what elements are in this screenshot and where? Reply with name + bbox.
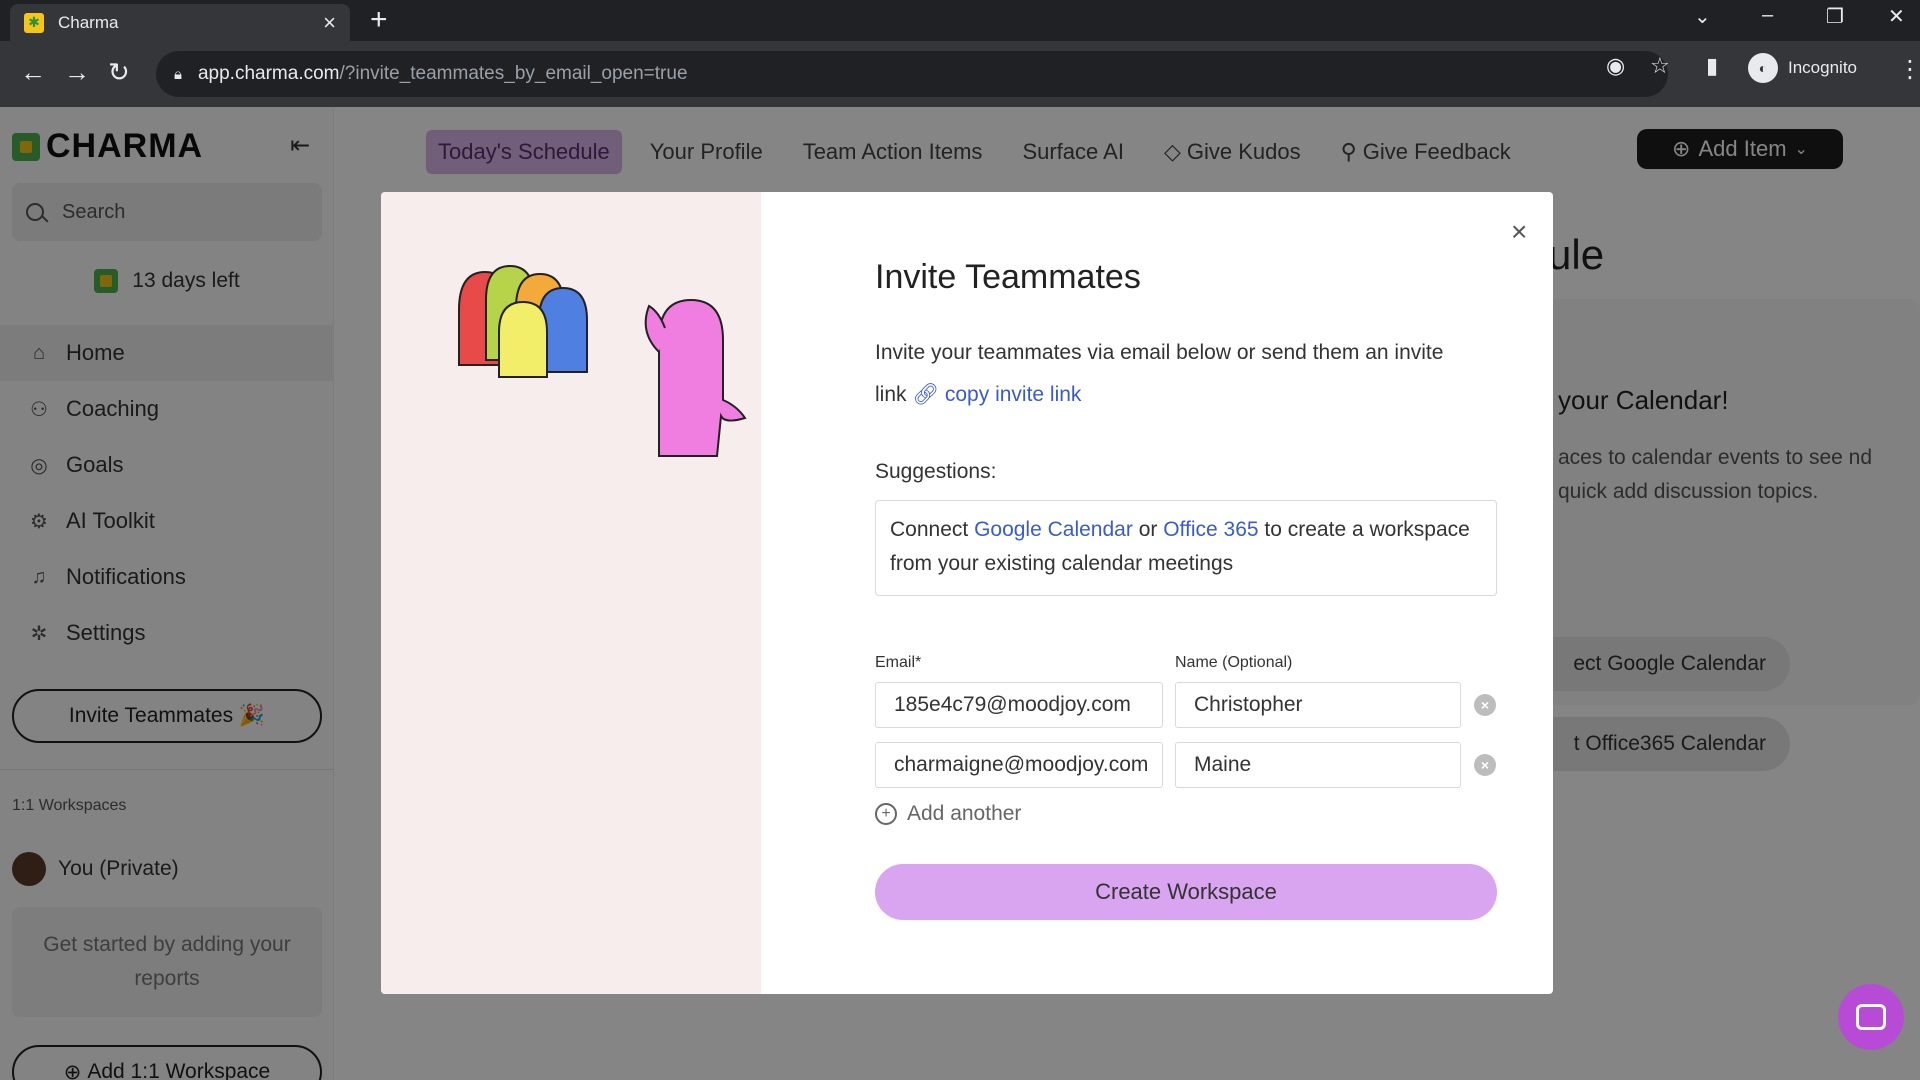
name-field[interactable]: Christopher: [1175, 682, 1461, 728]
google-calendar-link[interactable]: Google Calendar: [974, 518, 1133, 541]
add-another-button[interactable]: + Add another: [875, 802, 1021, 826]
window-close-icon[interactable]: ✕: [1888, 4, 1905, 29]
email-field[interactable]: 185e4c79@moodjoy.com: [875, 682, 1163, 728]
new-tab-icon[interactable]: +: [370, 5, 388, 35]
link-icon: 🔗︎: [912, 383, 940, 406]
eye-off-icon[interactable]: ◉: [1606, 53, 1625, 79]
url-field[interactable]: 🔒︎ app.charma.com/?invite_teammates_by_e…: [156, 51, 1668, 97]
browser-tab-bar: ✱ Charma × + ⌄ – ❐ ✕: [0, 0, 1920, 41]
tab-title: Charma: [58, 12, 119, 32]
modal-illustration-panel: [381, 192, 761, 994]
incognito-icon: ◐: [1748, 53, 1778, 83]
email-field[interactable]: charmaigne@moodjoy.com: [875, 742, 1163, 788]
copy-invite-link-label: copy invite link: [944, 383, 1082, 406]
forward-icon[interactable]: →: [64, 57, 90, 87]
url-path: /?invite_teammates_by_email_open=true: [339, 63, 688, 84]
remove-row-icon[interactable]: ×: [1474, 754, 1496, 776]
url-host: app.charma.com: [197, 63, 340, 84]
modal-title: Invite Teammates: [875, 258, 1141, 296]
charma-favicon-icon: ✱: [24, 12, 44, 33]
reload-icon[interactable]: ↻: [108, 57, 130, 87]
name-field[interactable]: Maine: [1175, 742, 1461, 788]
name-label: Name (Optional): [1175, 654, 1293, 671]
incognito-label: Incognito: [1788, 58, 1857, 77]
tab-close-icon[interactable]: ×: [323, 11, 336, 34]
suggestion-or: or: [1138, 518, 1158, 541]
lock-icon: 🔒︎: [174, 65, 182, 83]
chat-support-button[interactable]: [1838, 984, 1904, 1050]
invite-teammates-modal: × Invite Teammates Invite your teammates…: [381, 192, 1553, 994]
browser-tab[interactable]: ✱ Charma ×: [10, 4, 350, 41]
bookmark-star-icon[interactable]: ☆: [1650, 53, 1670, 79]
office-365-link[interactable]: Office 365: [1163, 518, 1258, 541]
minimize-icon[interactable]: –: [1762, 4, 1773, 27]
create-workspace-button[interactable]: Create Workspace: [875, 864, 1497, 920]
email-label: Email*: [875, 654, 922, 671]
url-text: app.charma.com/?invite_teammates_by_emai…: [198, 63, 688, 85]
address-bar: ← → ↻ 🔒︎ app.charma.com/?invite_teammate…: [0, 41, 1920, 107]
suggestion-prefix: Connect: [890, 518, 969, 541]
teammates-illustration: [458, 264, 747, 457]
plus-circle-icon: +: [875, 803, 897, 825]
incognito-badge[interactable]: ◐ Incognito: [1748, 53, 1857, 83]
side-panel-icon[interactable]: ▮: [1706, 53, 1718, 79]
tab-search-icon[interactable]: ⌄: [1694, 4, 1711, 29]
browser-menu-icon[interactable]: ⋮: [1898, 55, 1920, 84]
close-icon[interactable]: ×: [1511, 218, 1527, 246]
add-another-label: Add another: [907, 802, 1022, 825]
suggestions-label: Suggestions:: [875, 460, 997, 483]
remove-row-icon[interactable]: ×: [1474, 694, 1496, 716]
restore-icon[interactable]: ❐: [1826, 4, 1844, 29]
modal-description: Invite your teammates via email below or…: [875, 332, 1475, 416]
back-icon[interactable]: ←: [20, 57, 46, 87]
suggestion-box: Connect Google Calendar or Office 365 to…: [875, 500, 1497, 596]
chat-icon: [1856, 1004, 1886, 1030]
copy-invite-link[interactable]: 🔗︎ copy invite link: [912, 383, 1081, 406]
